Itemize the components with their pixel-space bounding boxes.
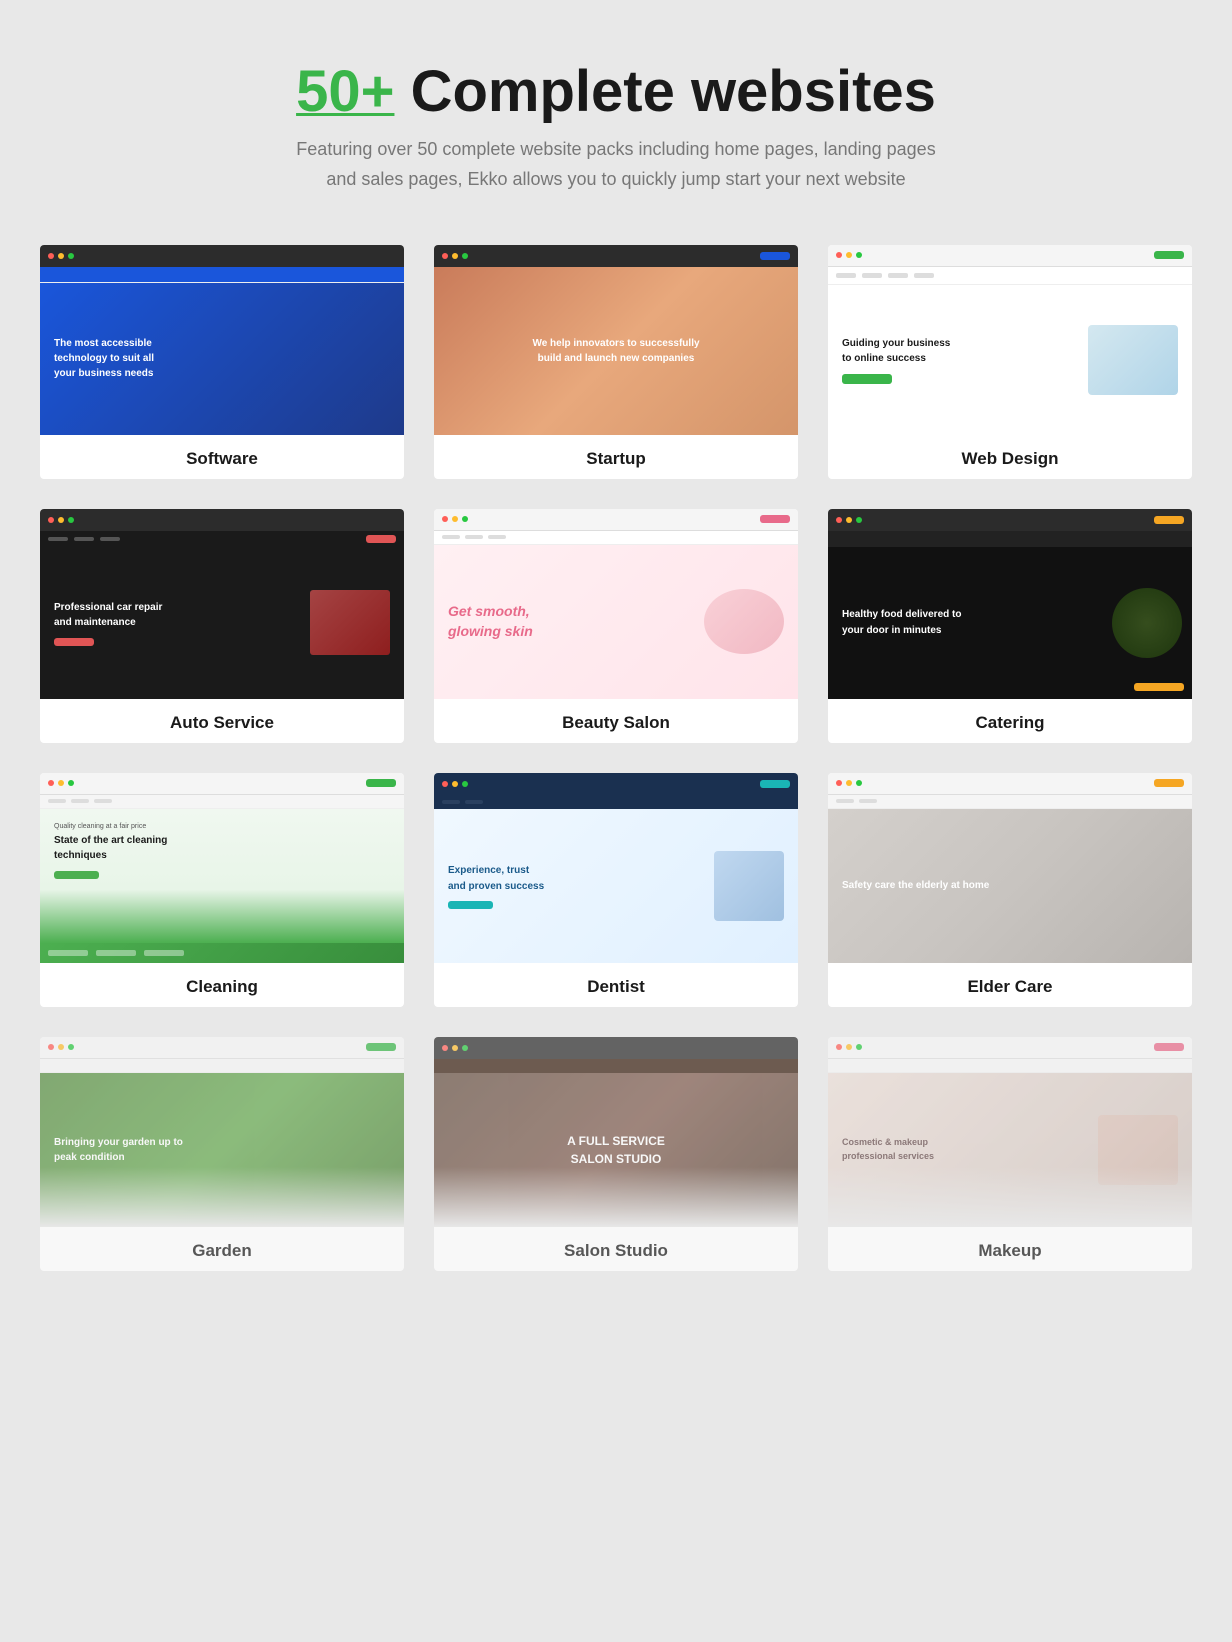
catering-hero-text: Healthy food delivered to your door in m…: [842, 607, 982, 639]
card-startup[interactable]: We help innovators to successfullybuild …: [434, 245, 798, 479]
cleaning-hero-text: State of the art cleaning techniques: [54, 833, 174, 863]
card-label-eldercare: Elder Care: [828, 963, 1192, 1007]
card-label-catering: Catering: [828, 699, 1192, 743]
header-subtitle: Featuring over 50 complete website packs…: [296, 134, 936, 195]
card-image-webdesign: Guiding your business to online success: [828, 245, 1192, 435]
card-image-beauty: Get smooth,glowing skin: [434, 509, 798, 699]
card-webdesign[interactable]: Guiding your business to online success …: [828, 245, 1192, 479]
dentist-hero-text: Experience, trustand proven success: [448, 863, 588, 895]
garden-hero-text: Bringing your garden up to peak conditio…: [54, 1135, 184, 1165]
eldercare-hero-text: Safety care the elderly at home: [842, 878, 989, 894]
card-label-beauty: Beauty Salon: [434, 699, 798, 743]
card-salon[interactable]: A FULL SERVICESALON STUDIO Salon Studio: [434, 1037, 798, 1271]
card-dentist[interactable]: Experience, trustand proven success Dent…: [434, 773, 798, 1007]
card-label-webdesign: Web Design: [828, 435, 1192, 479]
header-section: 50+ Complete websites Featuring over 50 …: [40, 60, 1192, 195]
card-image-startup: We help innovators to successfullybuild …: [434, 245, 798, 435]
title-accent: 50+: [296, 59, 394, 124]
webdesign-hero-text: Guiding your business to online success: [842, 336, 962, 366]
makeup-hero-text: Cosmetic & makeupprofessional services: [842, 1136, 934, 1163]
salon-hero-text: A FULL SERVICESALON STUDIO: [567, 1132, 665, 1168]
card-label-startup: Startup: [434, 435, 798, 479]
card-cleaning[interactable]: Quality cleaning at a fair price State o…: [40, 773, 404, 1007]
card-label-cleaning: Cleaning: [40, 963, 404, 1007]
software-hero-text: The most accessible technology to suit a…: [54, 336, 174, 381]
card-image-eldercare: Safety care the elderly at home: [828, 773, 1192, 963]
card-image-cleaning: Quality cleaning at a fair price State o…: [40, 773, 404, 963]
page-title: 50+ Complete websites: [40, 60, 1192, 124]
card-label-auto: Auto Service: [40, 699, 404, 743]
beauty-hero-text: Get smooth,glowing skin: [448, 602, 704, 641]
card-software[interactable]: The most accessible technology to suit a…: [40, 245, 404, 479]
card-image-software: The most accessible technology to suit a…: [40, 245, 404, 435]
card-label-salon: Salon Studio: [434, 1227, 798, 1271]
card-beauty[interactable]: Get smooth,glowing skin Beauty Salon: [434, 509, 798, 743]
startup-hero-text: We help innovators to successfullybuild …: [532, 336, 699, 366]
card-image-dentist: Experience, trustand proven success: [434, 773, 798, 963]
card-makeup[interactable]: Cosmetic & makeupprofessional services M…: [828, 1037, 1192, 1271]
card-label-makeup: Makeup: [828, 1227, 1192, 1271]
card-label-software: Software: [40, 435, 404, 479]
card-eldercare[interactable]: Safety care the elderly at home Elder Ca…: [828, 773, 1192, 1007]
card-label-garden: Garden: [40, 1227, 404, 1271]
card-image-makeup: Cosmetic & makeupprofessional services: [828, 1037, 1192, 1227]
card-label-dentist: Dentist: [434, 963, 798, 1007]
page-wrapper: 50+ Complete websites Featuring over 50 …: [0, 0, 1232, 1311]
card-image-auto: Professional car repair and maintenance: [40, 509, 404, 699]
card-auto[interactable]: Professional car repair and maintenance …: [40, 509, 404, 743]
card-catering[interactable]: Healthy food delivered to your door in m…: [828, 509, 1192, 743]
card-garden[interactable]: Bringing your garden up to peak conditio…: [40, 1037, 404, 1271]
website-grid: The most accessible technology to suit a…: [40, 245, 1192, 1271]
auto-hero-text: Professional car repair and maintenance: [54, 600, 164, 630]
card-image-salon: A FULL SERVICESALON STUDIO: [434, 1037, 798, 1227]
card-image-garden: Bringing your garden up to peak conditio…: [40, 1037, 404, 1227]
card-image-catering: Healthy food delivered to your door in m…: [828, 509, 1192, 699]
